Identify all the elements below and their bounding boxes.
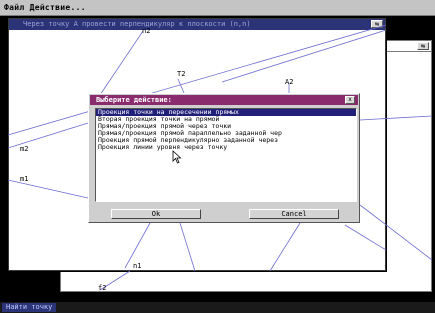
list-item[interactable]: Вторая проекция точки на прямой [96, 116, 356, 123]
list-item[interactable]: Проекция прямой перпендикулярно заданной… [96, 137, 356, 144]
list-item[interactable]: Проекция линии уровня через точку [96, 144, 356, 151]
line-n [99, 30, 144, 96]
status-bar: Найти точку [0, 302, 435, 313]
label-a2: A2 [285, 78, 294, 86]
line-bottom-3 [269, 222, 301, 272]
list-item[interactable]: Прямая/проекция прямой через точки [96, 123, 356, 130]
dialog-title: Выберите действие: [96, 96, 172, 104]
line-right-2 [359, 204, 433, 261]
find-point-button[interactable]: Найти точку [2, 303, 57, 312]
ok-button[interactable]: Ok [111, 209, 201, 219]
label-n1: n1 [133, 262, 142, 270]
list-item[interactable]: Проекция точки на пересечении прямых [96, 109, 356, 116]
label-m1: m1 [20, 175, 29, 183]
label-n2: n2 [142, 27, 151, 35]
cancel-button[interactable]: Cancel [249, 209, 339, 219]
line-right-1 [359, 115, 433, 121]
label-m2: m2 [20, 145, 29, 153]
dialog-close-icon[interactable]: x [345, 96, 355, 104]
line-bottom-4 [344, 224, 387, 251]
label-f2: f2 [98, 284, 107, 292]
line-bottom-2 [179, 222, 196, 272]
list-item[interactable]: Прямая/проекция прямой параллельно задан… [96, 130, 356, 137]
choose-action-dialog: Выберите действие: x Проекция точки на п… [88, 93, 360, 223]
label-t2: T2 [177, 70, 186, 78]
dialog-titlebar[interactable]: Выберите действие: x [90, 95, 358, 105]
line-t [177, 78, 185, 94]
line-upper-right [221, 29, 387, 83]
action-list[interactable]: Проекция точки на пересечении прямых Вто… [95, 108, 357, 202]
mouse-cursor-icon [172, 150, 182, 164]
